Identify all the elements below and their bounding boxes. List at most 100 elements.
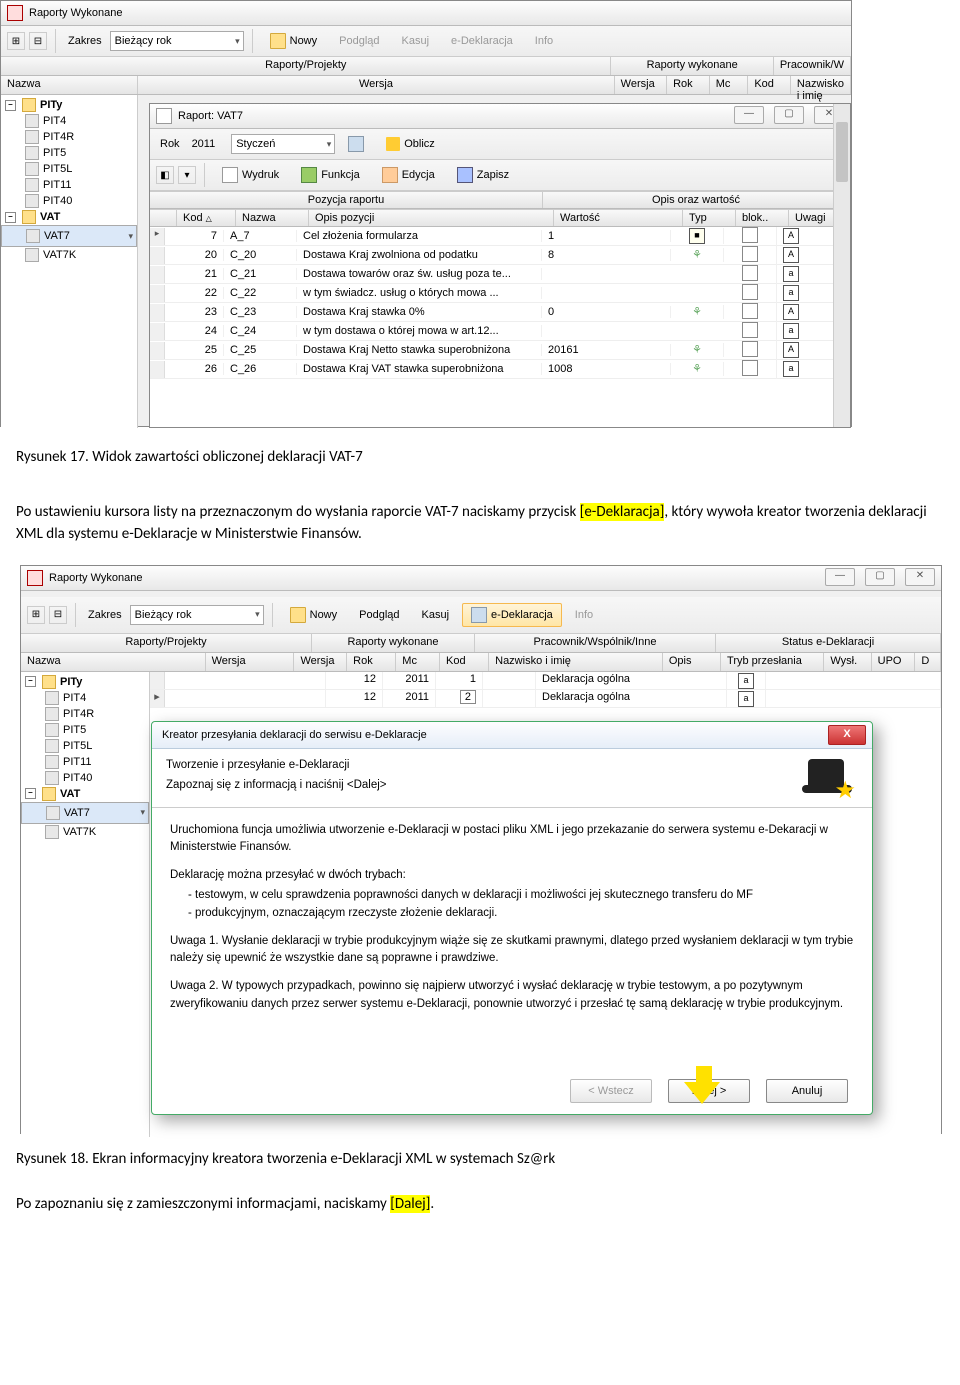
collapse-icon[interactable]: –	[5, 100, 16, 111]
minimize-button[interactable]: —	[734, 106, 764, 124]
col-nazwa[interactable]: Nazwa	[21, 653, 206, 671]
edycja-button[interactable]: Edycja	[373, 163, 444, 187]
col-wartosc[interactable]: Wartość	[554, 210, 683, 226]
table-row[interactable]: 1220111Deklaracja ogólnaa	[150, 672, 941, 690]
edeklaracja-button[interactable]: e-Deklaracja	[442, 31, 522, 51]
close-button[interactable]: ✕	[905, 568, 935, 586]
oblicz-button[interactable]: Oblicz	[377, 133, 444, 155]
collapse-icon[interactable]: –	[5, 212, 16, 223]
grid-row[interactable]: 26C_26Dostawa Kraj VAT stawka superobniż…	[150, 360, 850, 379]
grid-row[interactable]: 24C_24 w tym dostawa o której mowa w art…	[150, 322, 850, 341]
collapse-icon[interactable]: –	[25, 676, 36, 687]
col-typ[interactable]: Typ	[683, 210, 736, 226]
tree-pit4[interactable]: PIT4	[21, 690, 149, 706]
col-mc[interactable]: Mc	[710, 76, 749, 94]
col-kod[interactable]: Kod	[748, 76, 791, 94]
col-wersja2[interactable]: Wersja	[294, 653, 347, 671]
toolbar-glyph-1[interactable]: ⊞	[27, 606, 45, 624]
grid-row[interactable]: 20C_20Dostawa Kraj zwolniona od podatku8…	[150, 246, 850, 265]
tree-vat7k[interactable]: VAT7K	[1, 247, 137, 263]
column-group-bar: Raporty/Projekty Raporty wykonane Pracow…	[1, 57, 851, 76]
col-kod[interactable]: Kod	[440, 653, 489, 671]
grid-row[interactable]: 22C_22 w tym świadcz. usług o których mo…	[150, 284, 850, 303]
col-opis[interactable]: Opis pozycji	[309, 210, 554, 226]
next-button[interactable]: Dalej >	[668, 1079, 750, 1103]
nowy-button[interactable]: Nowy	[261, 29, 327, 53]
separator	[252, 29, 253, 53]
tree-pity[interactable]: –PITy	[1, 97, 137, 113]
col-upo[interactable]: UPO	[872, 653, 916, 671]
cancel-button[interactable]: Anuluj	[766, 1079, 848, 1103]
tree-pit5[interactable]: PIT5	[21, 722, 149, 738]
tree-pit5[interactable]: PIT5	[1, 145, 137, 161]
col-d[interactable]: D	[915, 653, 941, 671]
tree-sidebar[interactable]: –PITy PIT4 PIT4R PIT5 PIT5L PIT11 PIT40 …	[1, 95, 138, 428]
grid-row[interactable]: 25C_25Dostawa Kraj Netto stawka superobn…	[150, 341, 850, 360]
col-nazwisko[interactable]: Nazwisko i imię	[489, 653, 663, 671]
dialog-close-button[interactable]: X	[828, 725, 866, 745]
tree-pit40[interactable]: PIT40	[21, 770, 149, 786]
col-wersja[interactable]: Wersja	[206, 653, 295, 671]
minimize-button[interactable]: —	[825, 568, 855, 586]
col-opis[interactable]: Opis	[663, 653, 721, 671]
tree-vat7[interactable]: VAT7	[1, 225, 137, 247]
col-blok[interactable]: blok..	[736, 210, 789, 226]
col-tryb[interactable]: Tryb przesłania	[721, 653, 824, 671]
nowy-button[interactable]: Nowy	[281, 603, 347, 627]
col-nazwa2[interactable]: Nazwa	[236, 210, 309, 226]
tree-pit4r[interactable]: PIT4R	[21, 706, 149, 722]
toolbar-glyph-1[interactable]: ⊞	[7, 32, 25, 50]
month-select[interactable]: Styczeń	[231, 134, 335, 154]
grid-row[interactable]: 23C_23Dostawa Kraj stawka 0%0⚘A	[150, 303, 850, 322]
tree-pit11[interactable]: PIT11	[1, 177, 137, 193]
col-rok[interactable]: Rok	[667, 76, 710, 94]
grid-row[interactable]: ▸7A_7Cel złożenia formularza1■A	[150, 227, 850, 246]
podglad-button[interactable]: Podgląd	[350, 605, 408, 625]
tree-vat7[interactable]: VAT7	[21, 802, 149, 824]
dialog-titlebar[interactable]: Kreator przesyłania deklaracji do serwis…	[152, 722, 872, 749]
grid-body[interactable]: ▸7A_7Cel złożenia formularza1■A20C_20Dos…	[150, 227, 850, 427]
tree-pit11[interactable]: PIT11	[21, 754, 149, 770]
col-nazwa[interactable]: Nazwa	[1, 76, 138, 94]
tree-pit40[interactable]: PIT40	[1, 193, 137, 209]
edeklaracja-button-active[interactable]: e-Deklaracja	[462, 603, 562, 627]
info-button[interactable]: Info	[526, 31, 562, 51]
col-wersja2[interactable]: Wersja	[615, 76, 667, 94]
col-mc[interactable]: Mc	[396, 653, 440, 671]
table-row[interactable]: ▸1220112Deklaracja ogólnaa	[150, 690, 941, 708]
toolbar-glyph-2[interactable]: ⊟	[49, 606, 67, 624]
tree-pit4r[interactable]: PIT4R	[1, 129, 137, 145]
tree-vat[interactable]: –VAT	[1, 209, 137, 225]
funkcja-button[interactable]: Funkcja	[292, 163, 369, 187]
collapse-icon[interactable]: –	[25, 788, 36, 799]
grid-row[interactable]: 21C_21Dostawa towarów oraz św. usług poz…	[150, 265, 850, 284]
col-nazwisko[interactable]: Nazwisko i imię	[791, 76, 851, 94]
maximize-button[interactable]: ▢	[774, 106, 804, 124]
kasuj-button[interactable]: Kasuj	[393, 31, 439, 51]
back-button[interactable]: < Wstecz	[570, 1079, 652, 1103]
tree-pit4[interactable]: PIT4	[1, 113, 137, 129]
scrollbar-vertical[interactable]	[833, 191, 850, 427]
tree-pit5l[interactable]: PIT5L	[1, 161, 137, 177]
tree-vat[interactable]: –VAT	[21, 786, 149, 802]
tree-pity[interactable]: –PITy	[21, 674, 149, 690]
col-wersja[interactable]: Wersja	[138, 76, 614, 94]
tree-sidebar-2[interactable]: –PITy PIT4 PIT4R PIT5 PIT5L PIT11 PIT40 …	[21, 672, 150, 1137]
tree-pit5l[interactable]: PIT5L	[21, 738, 149, 754]
col-wysl[interactable]: Wysł.	[824, 653, 871, 671]
podglad-button[interactable]: Podgląd	[330, 31, 388, 51]
glyph-1[interactable]: ◧	[156, 166, 174, 184]
col-kod[interactable]: Kod △	[177, 210, 236, 226]
kasuj-button[interactable]: Kasuj	[413, 605, 459, 625]
wydruk-button[interactable]: Wydruk	[213, 163, 288, 187]
calc-button[interactable]	[339, 132, 373, 156]
col-rok[interactable]: Rok	[347, 653, 396, 671]
zakres-select[interactable]: Bieżący rok	[110, 31, 244, 51]
zapisz-button[interactable]: Zapisz	[448, 163, 518, 187]
tree-vat7k[interactable]: VAT7K	[21, 824, 149, 840]
glyph-2[interactable]: ▾	[178, 166, 196, 184]
toolbar-glyph-2[interactable]: ⊟	[29, 32, 47, 50]
info-button[interactable]: Info	[566, 605, 602, 625]
maximize-button[interactable]: ▢	[865, 568, 895, 586]
zakres-select[interactable]: Bieżący rok	[130, 605, 264, 625]
